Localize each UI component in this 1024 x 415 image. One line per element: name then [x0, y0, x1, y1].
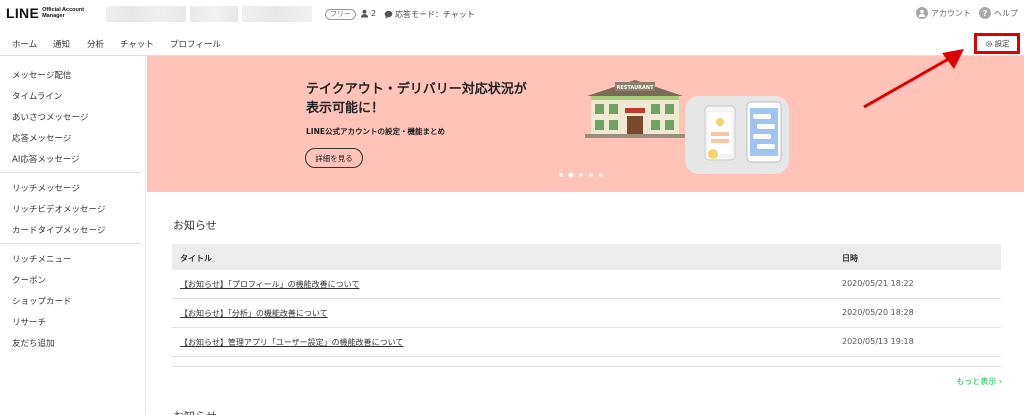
- news-table: タイトル 日時 【お知らせ】「プロフィール」の機能改善について 2020/05/…: [172, 244, 1001, 357]
- sidebar-divider: [0, 243, 140, 244]
- sidebar-item-add-friends[interactable]: 友だち追加: [12, 337, 55, 349]
- logo-subtitle: Official Account Manager: [42, 7, 85, 19]
- news-divider: [172, 366, 1001, 367]
- table-row: 【お知らせ】管理アプリ「ユーザー設定」の機能改善について 2020/05/13 …: [172, 328, 1001, 357]
- account-link[interactable]: アカウント: [916, 7, 971, 19]
- tab-chat[interactable]: チャット: [120, 38, 154, 50]
- sidebar-item-coupon[interactable]: クーポン: [12, 274, 46, 286]
- header-right-links: アカウント ? ヘルプ: [916, 7, 1018, 19]
- table-row: 【お知らせ】「プロフィール」の機能改善について 2020/05/21 18:22: [172, 270, 1001, 299]
- sidebar-item-rich-message[interactable]: リッチメッセージ: [12, 182, 80, 194]
- banner-subtitle: LINE公式アカウントの設定・機能まとめ: [306, 127, 445, 136]
- person-icon: [360, 9, 369, 18]
- settings-button[interactable]: 設定: [974, 33, 1020, 54]
- carousel-dot[interactable]: [579, 173, 583, 177]
- show-more-link[interactable]: もっと表示 ›: [956, 376, 1002, 387]
- blurred-account-info: [190, 6, 238, 22]
- sidebar-item-rich-video-message[interactable]: リッチビデオメッセージ: [12, 203, 105, 215]
- carousel-dots: [559, 173, 603, 177]
- sidebar-item-timeline[interactable]: タイムライン: [12, 90, 62, 102]
- carousel-dot[interactable]: [589, 173, 593, 177]
- news-date: 2020/05/21 18:22: [842, 279, 914, 288]
- tab-profile[interactable]: プロフィール: [170, 38, 221, 50]
- tab-analytics[interactable]: 分析: [87, 38, 104, 50]
- sidebar-divider: [0, 172, 140, 173]
- restaurant-illustration: RESTAURANT: [585, 80, 685, 138]
- account-avatar-icon: [916, 7, 928, 19]
- tab-home[interactable]: ホーム: [4, 38, 46, 58]
- sidebar-item-rich-menu[interactable]: リッチメニュー: [12, 253, 72, 265]
- sidebar-item-research[interactable]: リサーチ: [12, 316, 46, 328]
- banner-title: テイクアウト・デリバリー対応状況が 表示可能に！: [306, 82, 527, 116]
- news-link[interactable]: 【お知らせ】管理アプリ「ユーザー設定」の機能改善について: [180, 337, 403, 348]
- sidebar-item-shop-card[interactable]: ショップカード: [12, 295, 72, 307]
- table-row: 【お知らせ】「分析」の機能改善について 2020/05/20 18:28: [172, 299, 1001, 328]
- help-icon: ?: [979, 7, 991, 19]
- phone-illustration: [704, 101, 782, 163]
- column-header-title: タイトル: [180, 254, 212, 263]
- help-link[interactable]: ? ヘルプ: [979, 7, 1018, 19]
- annotation-arrow: [863, 49, 964, 109]
- news-link[interactable]: 【お知らせ】「分析」の機能改善について: [180, 308, 328, 319]
- carousel-dot[interactable]: [599, 173, 603, 177]
- news-heading: お知らせ: [173, 219, 217, 232]
- sidebar-item-greeting-message[interactable]: あいさつメッセージ: [12, 111, 88, 123]
- carousel-dot[interactable]: [559, 173, 563, 177]
- member-count[interactable]: 2: [360, 9, 376, 18]
- column-header-date: 日時: [842, 254, 858, 263]
- news-date: 2020/05/13 19:18: [842, 337, 914, 346]
- sidebar-item-ai-response[interactable]: AI応答メッセージ: [12, 153, 80, 165]
- tab-notifications[interactable]: 通知: [53, 38, 70, 50]
- blurred-account-name: [106, 6, 186, 22]
- top-header: LINE Official Account Manager フリー 2 応答モー…: [0, 0, 1024, 30]
- sidebar-item-message-delivery[interactable]: メッセージ配信: [12, 69, 71, 81]
- plan-badge: フリー: [325, 9, 356, 20]
- news-table-header: タイトル 日時: [172, 244, 1001, 270]
- logo-wordmark: LINE: [6, 5, 40, 21]
- sidebar-item-card-message[interactable]: カードタイプメッセージ: [12, 224, 105, 236]
- news-date: 2020/05/20 18:28: [842, 308, 914, 317]
- sidebar-item-auto-response[interactable]: 応答メッセージ: [12, 132, 71, 144]
- restaurant-sign-text: RESTAURANT: [617, 85, 655, 91]
- blurred-account-id: [242, 6, 312, 22]
- response-mode[interactable]: 応答モード：チャット: [384, 9, 475, 20]
- carousel-dot-active[interactable]: [569, 173, 573, 177]
- chat-bubble-icon: [384, 10, 393, 19]
- news-link[interactable]: 【お知らせ】「プロフィール」の機能改善について: [180, 279, 359, 290]
- sidebar: メッセージ配信 タイムライン あいさつメッセージ 応答メッセージ AI応答メッセ…: [0, 56, 146, 415]
- line-oa-logo[interactable]: LINE Official Account Manager: [6, 5, 84, 21]
- banner-details-button[interactable]: 詳細を見る: [305, 148, 363, 168]
- gear-icon: [985, 40, 992, 47]
- next-section-heading: お知らせ: [173, 408, 217, 415]
